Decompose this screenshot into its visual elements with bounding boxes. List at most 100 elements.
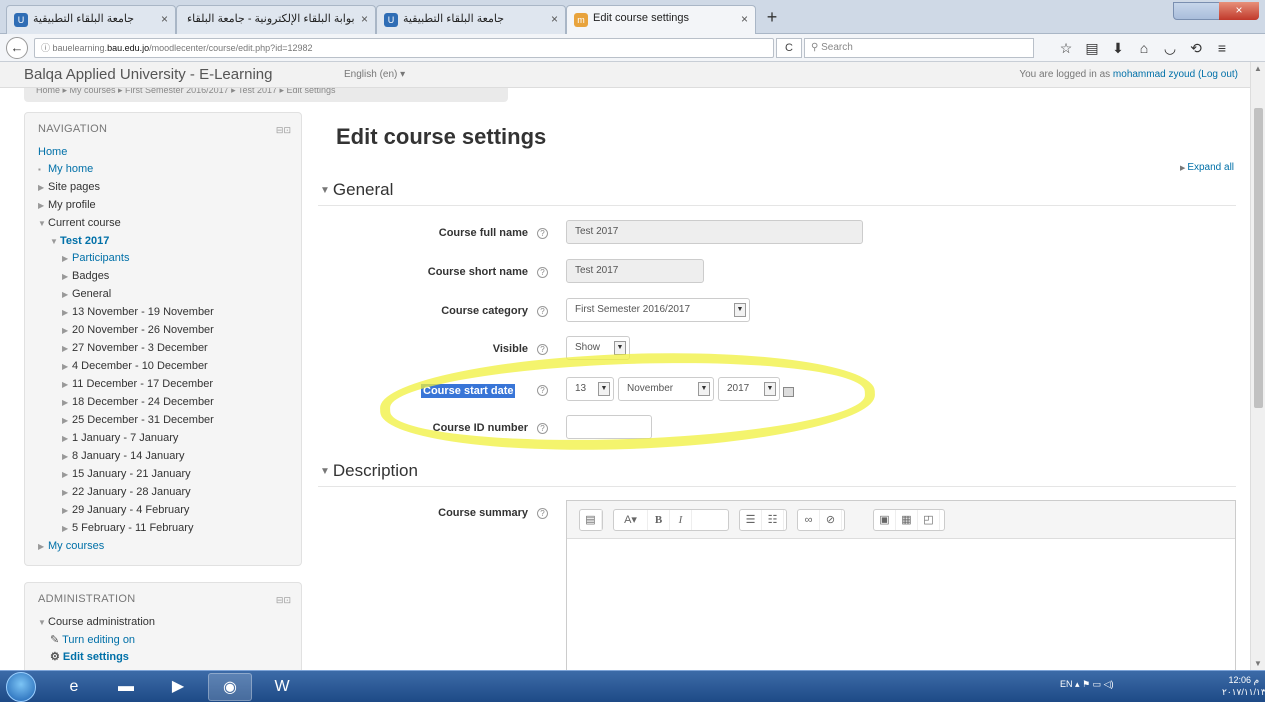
clock[interactable]: 12:06 م ٢٠١٧/١١/١٣	[1222, 674, 1265, 698]
start-button-icon[interactable]	[6, 672, 36, 702]
nav-week[interactable]: ▶ 22 January - 28 January	[62, 486, 191, 498]
course-short-name-input[interactable]: Test 2017	[566, 259, 704, 283]
help-icon[interactable]: ?	[537, 508, 548, 519]
nav-site-pages[interactable]: ▶ Site pages	[38, 181, 100, 193]
nav-week[interactable]: ▶ 25 December - 31 December	[62, 414, 214, 426]
reload-icon[interactable]: C	[776, 38, 802, 58]
help-icon[interactable]: ?	[537, 267, 548, 278]
nav-week[interactable]: ▶ 13 November - 19 November	[62, 306, 214, 318]
nav-my-home[interactable]: ▪ My home	[38, 163, 93, 175]
flag-icon[interactable]: ⚑	[1082, 679, 1093, 689]
internet-explorer-icon[interactable]: e	[52, 673, 96, 701]
close-tab-icon[interactable]: ×	[551, 12, 558, 26]
network-icon[interactable]: ▭	[1093, 679, 1104, 689]
tray-arrow-icon[interactable]: ▴	[1075, 679, 1082, 689]
bold-icon[interactable]: B	[648, 510, 670, 530]
file-icon[interactable]: ◰	[918, 510, 940, 530]
toolbar-toggle-icon[interactable]: ▤	[580, 510, 602, 530]
bullet-icon: ▪	[38, 165, 41, 174]
page-scrollbar[interactable]: ▲ ▼	[1250, 62, 1265, 670]
link-icon[interactable]: ∞	[798, 510, 820, 530]
breadcrumb[interactable]: Home ▸ My courses ▸ First Semester 2016/…	[24, 88, 508, 102]
block-dock-icon[interactable]: ⊟⊡	[276, 125, 291, 136]
bookmark-star-icon[interactable]: ☆	[1055, 39, 1077, 57]
close-tab-icon[interactable]: ×	[741, 12, 748, 26]
window-close-icon[interactable]: ×	[1219, 2, 1259, 20]
course-summary-editor[interactable]: ▤ A▾ B I ☰ ☷ ∞ ⊘ ▣ ▦ ◰	[566, 500, 1236, 672]
nav-my-profile[interactable]: ▶ My profile	[38, 199, 96, 211]
nav-week[interactable]: ▶ 8 January - 14 January	[62, 450, 185, 462]
browser-tab-2[interactable]: بوابة البلقاء الإلكترونية - جامعة البلقا…	[176, 5, 376, 34]
unlink-icon[interactable]: ⊘	[820, 510, 842, 530]
turn-editing-on-link[interactable]: ✎ Turn editing on	[50, 633, 135, 646]
editor-group: A▾ B I	[613, 509, 729, 531]
description-section-header[interactable]: ▼ Description	[320, 461, 418, 481]
nav-week[interactable]: ▶ 4 December - 10 December	[62, 360, 208, 372]
search-input[interactable]: ⚲ Search	[804, 38, 1034, 58]
user-profile-link[interactable]: mohammad zyoud	[1113, 69, 1195, 80]
word-icon[interactable]: W	[260, 673, 304, 701]
nav-home[interactable]: Home	[38, 146, 67, 158]
browser-tab-active[interactable]: m Edit course settings ×	[566, 5, 756, 35]
general-section-header[interactable]: ▼ General	[320, 180, 393, 200]
image-icon[interactable]: ▣	[874, 510, 896, 530]
site-name[interactable]: Balqa Applied University - E-Learning	[24, 66, 272, 83]
scrollbar-thumb[interactable]	[1254, 108, 1263, 408]
download-icon[interactable]: ⬇	[1107, 39, 1129, 57]
block-dock-icon[interactable]: ⊟⊡	[276, 595, 291, 606]
file-explorer-icon[interactable]: ▬	[104, 673, 148, 701]
help-icon[interactable]: ?	[537, 306, 548, 317]
nav-my-courses[interactable]: ▶ My courses	[38, 540, 104, 552]
home-icon[interactable]: ⌂	[1133, 39, 1155, 57]
firefox-icon[interactable]: ◉	[208, 673, 252, 701]
course-category-select[interactable]: First Semester 2016/2017 ▼	[566, 298, 750, 322]
nav-general[interactable]: ▶ General	[62, 288, 111, 300]
media-player-icon[interactable]: ▶	[156, 673, 200, 701]
collapsed-arrow-icon: ▶	[62, 470, 69, 479]
help-icon[interactable]: ?	[537, 228, 548, 239]
nav-week[interactable]: ▶ 1 January - 7 January	[62, 432, 178, 444]
nav-badges[interactable]: ▶ Badges	[62, 270, 109, 282]
back-icon[interactable]: ←	[6, 37, 28, 59]
ordered-list-icon[interactable]: ☷	[762, 510, 784, 530]
pocket-icon[interactable]: ◡	[1159, 39, 1181, 57]
nav-week[interactable]: ▶ 5 February - 11 February	[62, 522, 193, 534]
nav-week[interactable]: ▶ 20 November - 26 November	[62, 324, 214, 336]
nav-participants[interactable]: ▶ Participants	[62, 252, 129, 264]
browser-tab-3[interactable]: U جامعة البلقاء التطبيقية ×	[376, 5, 566, 34]
nav-week[interactable]: ▶ 29 January - 4 February	[62, 504, 189, 516]
sync-icon[interactable]: ⟲	[1185, 39, 1207, 57]
help-icon[interactable]: ?	[537, 344, 548, 355]
language-menu[interactable]: English (en) ▾	[344, 69, 405, 80]
unordered-list-icon[interactable]: ☰	[740, 510, 762, 530]
course-full-name-input[interactable]: Test 2017	[566, 220, 863, 244]
new-tab-icon[interactable]: +	[760, 7, 784, 29]
scroll-down-icon[interactable]: ▼	[1254, 659, 1262, 668]
url-bar[interactable]: ⓘ bauelearning.bau.edu.jo/moodlecenter/c…	[34, 38, 774, 58]
nav-course-test-2017[interactable]: ▼ Test 2017	[50, 235, 109, 247]
visible-label: Visible	[492, 343, 528, 355]
logout-link[interactable]: (Log out)	[1198, 69, 1238, 80]
expand-all-link[interactable]: ▶ Expand all	[1180, 162, 1234, 173]
nav-week[interactable]: ▶ 27 November - 3 December	[62, 342, 208, 354]
nav-week[interactable]: ▶ 11 December - 17 December	[62, 378, 213, 390]
volume-icon[interactable]: ◁)	[1104, 679, 1114, 689]
close-tab-icon[interactable]: ×	[361, 12, 368, 26]
reading-list-icon[interactable]: ▤	[1081, 39, 1103, 57]
nav-course-administration[interactable]: ▼ Course administration	[38, 616, 155, 628]
window-controls[interactable]: ×	[1173, 2, 1259, 20]
media-icon[interactable]: ▦	[896, 510, 918, 530]
italic-icon[interactable]: I	[670, 510, 692, 530]
menu-icon[interactable]: ≡	[1211, 39, 1233, 57]
language-indicator[interactable]: EN	[1060, 679, 1073, 689]
nav-current-course[interactable]: ▼ Current course	[38, 217, 121, 229]
nav-week[interactable]: ▶ 15 January - 21 January	[62, 468, 191, 480]
collapsed-arrow-icon: ▶	[62, 362, 69, 371]
edit-settings-link[interactable]: ⚙ Edit settings	[50, 650, 129, 663]
scroll-up-icon[interactable]: ▲	[1254, 64, 1262, 73]
font-style-icon[interactable]: A▾	[614, 510, 648, 530]
nav-week[interactable]: ▶ 18 December - 24 December	[62, 396, 214, 408]
collapsed-arrow-icon: ▶	[62, 524, 69, 533]
browser-tab-1[interactable]: U جامعة البلقاء التطبيقية ×	[6, 5, 176, 34]
close-tab-icon[interactable]: ×	[161, 12, 168, 26]
